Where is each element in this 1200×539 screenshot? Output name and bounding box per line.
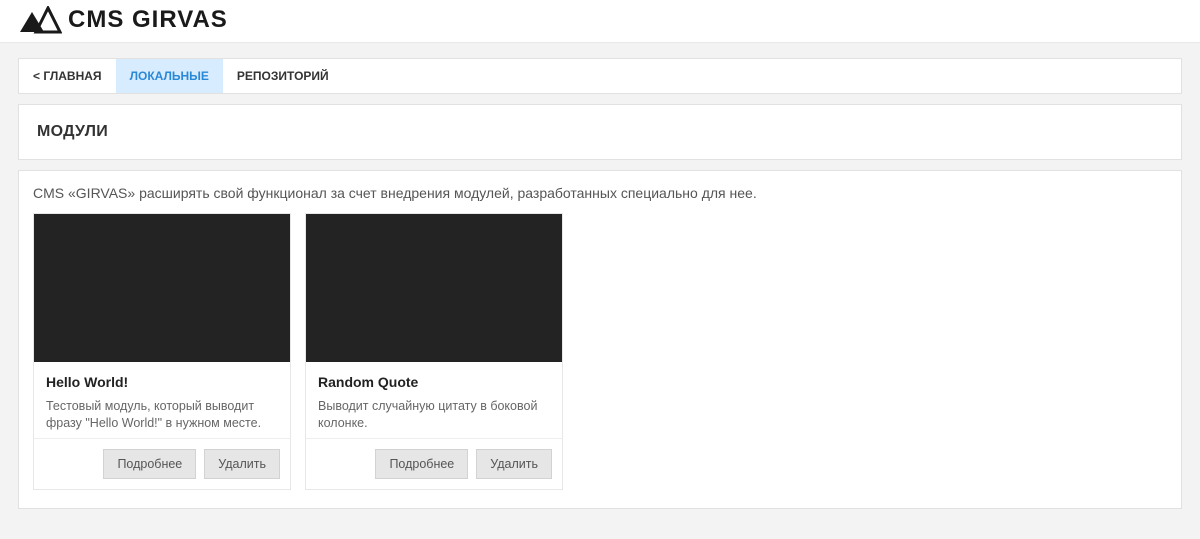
module-thumbnail [306, 214, 562, 362]
delete-button[interactable]: Удалить [476, 449, 552, 479]
module-description: Тестовый модуль, который выводит фразу "… [46, 398, 278, 432]
page-title: МОДУЛИ [37, 123, 1163, 141]
module-body: Random Quote Выводит случайную цитату в … [306, 362, 562, 438]
delete-button[interactable]: Удалить [204, 449, 280, 479]
module-footer: Подробнее Удалить [306, 438, 562, 489]
module-thumbnail [34, 214, 290, 362]
more-button[interactable]: Подробнее [103, 449, 196, 479]
module-body: Hello World! Тестовый модуль, который вы… [34, 362, 290, 438]
tab-repository[interactable]: РЕПОЗИТОРИЙ [223, 59, 343, 93]
content: < ГЛАВНАЯ ЛОКАЛЬНЫЕ РЕПОЗИТОРИЙ МОДУЛИ C… [0, 48, 1200, 539]
module-description: Выводит случайную цитату в боковой колон… [318, 398, 550, 432]
tabs: < ГЛАВНАЯ ЛОКАЛЬНЫЕ РЕПОЗИТОРИЙ [19, 59, 1181, 93]
module-title: Random Quote [318, 374, 550, 390]
header: CMS GIRVAS [0, 0, 1200, 42]
brand-name: CMS GIRVAS [68, 6, 228, 34]
modules-panel: CMS «GIRVAS» расширять свой функционал з… [18, 170, 1182, 509]
module-footer: Подробнее Удалить [34, 438, 290, 489]
tabs-panel: < ГЛАВНАЯ ЛОКАЛЬНЫЕ РЕПОЗИТОРИЙ [18, 58, 1182, 94]
module-cards: Hello World! Тестовый модуль, который вы… [33, 213, 1167, 490]
tab-local[interactable]: ЛОКАЛЬНЫЕ [116, 59, 223, 93]
module-card: Random Quote Выводит случайную цитату в … [305, 213, 563, 490]
page-title-panel: МОДУЛИ [18, 104, 1182, 160]
module-title: Hello World! [46, 374, 278, 390]
logo-icon [18, 6, 62, 34]
tab-back[interactable]: < ГЛАВНАЯ [19, 59, 116, 93]
more-button[interactable]: Подробнее [375, 449, 468, 479]
module-card: Hello World! Тестовый модуль, который вы… [33, 213, 291, 490]
intro-text: CMS «GIRVAS» расширять свой функционал з… [33, 185, 1167, 201]
